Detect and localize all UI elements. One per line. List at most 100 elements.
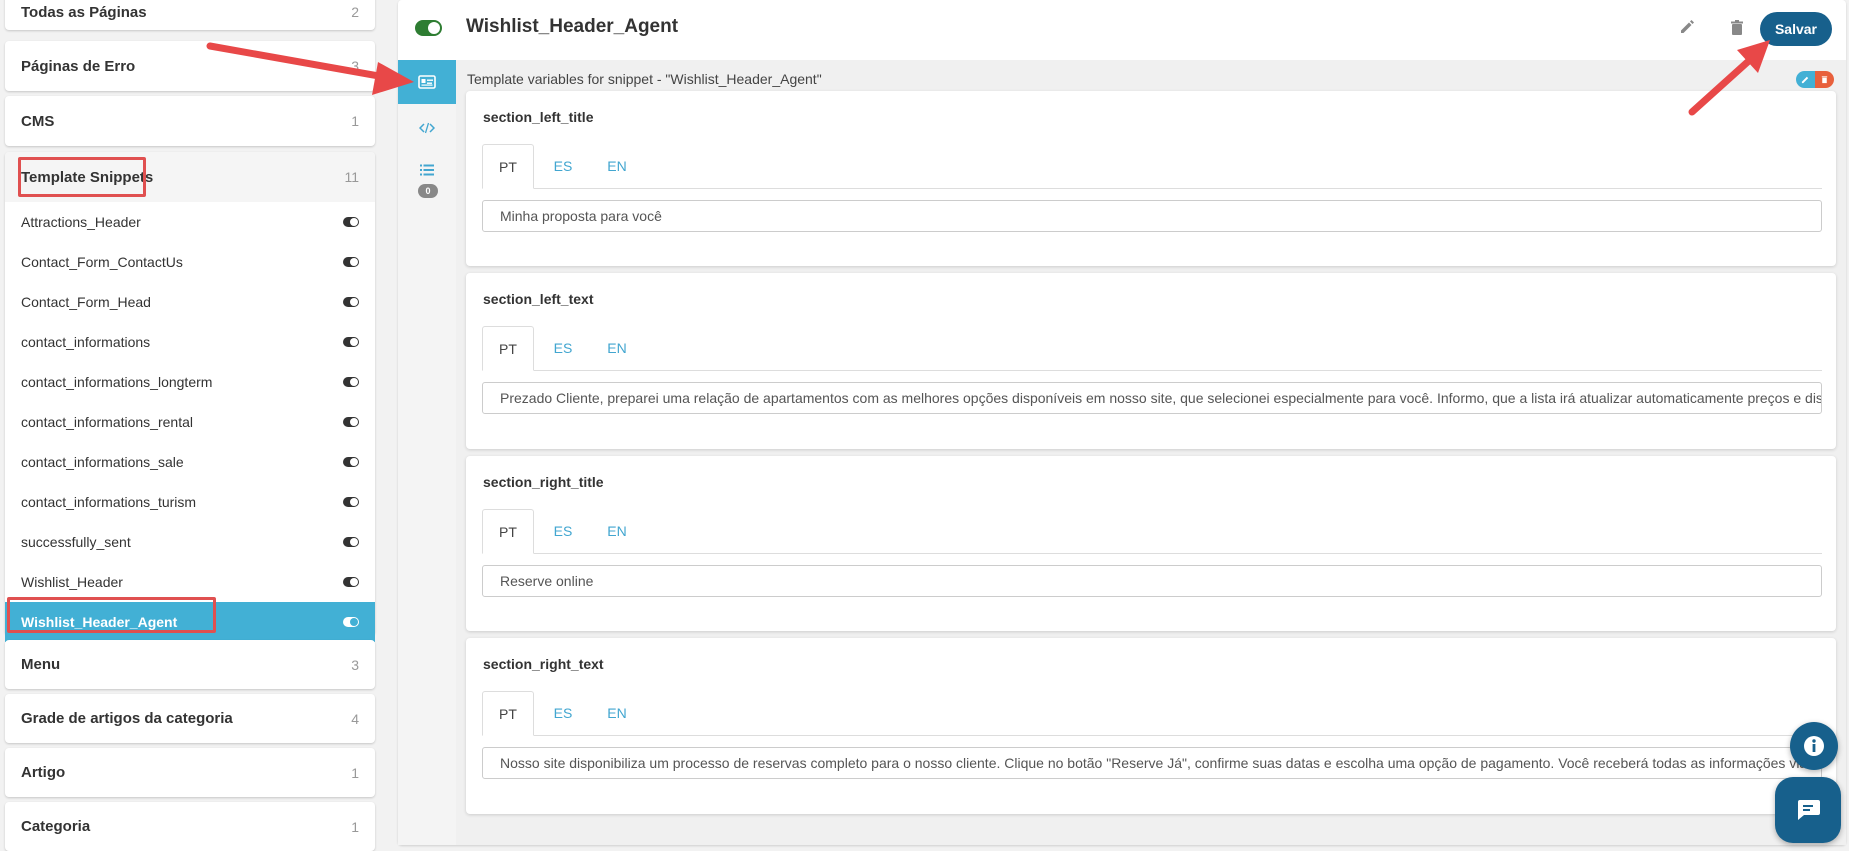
save-button[interactable]: Salvar	[1760, 12, 1832, 46]
toggle-icon[interactable]	[343, 497, 359, 507]
chat-icon	[1798, 800, 1820, 820]
variable-card: section_left_text PT ES EN Prezado Clien…	[466, 273, 1836, 449]
group-count: 11	[344, 169, 359, 185]
tab-en[interactable]: EN	[591, 144, 643, 188]
group-template-snippets: Template Snippets 11 Attractions_Header …	[5, 152, 375, 642]
group-label: Todas as Páginas	[21, 3, 147, 21]
group-label: Páginas de Erro	[21, 57, 136, 75]
chat-button[interactable]	[1775, 777, 1841, 843]
heading-actions	[1796, 71, 1834, 88]
snippet-label: contact_informations_sale	[21, 454, 184, 470]
pencil-icon[interactable]	[1796, 71, 1815, 88]
tab-es[interactable]: ES	[537, 509, 589, 553]
group-categoria[interactable]: Categoria 1	[5, 802, 375, 851]
variable-card: section_right_title PT ES EN Reserve onl…	[466, 456, 1836, 631]
snippet-label: contact_informations_turism	[21, 494, 197, 510]
info-icon	[1804, 736, 1824, 756]
snippet-item[interactable]: contact_informations	[5, 322, 375, 362]
tab-es[interactable]: ES	[537, 691, 589, 735]
tab-pt[interactable]: PT	[482, 509, 534, 554]
toggle-icon[interactable]	[343, 537, 359, 547]
snippet-item[interactable]: contact_informations_sale	[5, 442, 375, 482]
variable-value-input[interactable]: Nosso site disponibiliza um processo de …	[482, 747, 1822, 779]
tab-es[interactable]: ES	[537, 144, 589, 188]
toggle-icon[interactable]	[343, 377, 359, 387]
id-card-icon	[418, 75, 436, 89]
snippet-label: Contact_Form_ContactUs	[21, 254, 183, 270]
group-label: Categoria	[21, 818, 91, 835]
variable-name: section_right_title	[483, 474, 604, 490]
group-paginas-erro[interactable]: Páginas de Erro 3	[5, 41, 375, 91]
group-label: Artigo	[21, 764, 66, 781]
snippet-item[interactable]: contact_informations_turism	[5, 482, 375, 522]
snippet-item[interactable]: contact_informations_longterm	[5, 362, 375, 402]
snippet-label: contact_informations_rental	[21, 414, 193, 430]
rail-variables-button[interactable]	[398, 60, 456, 104]
language-tabs: PT ES EN	[482, 144, 1822, 189]
snippet-item-selected[interactable]: Wishlist_Header_Agent	[5, 602, 375, 642]
icon-rail: 0	[398, 60, 456, 845]
group-count: 3	[351, 58, 359, 74]
group-count: 1	[351, 764, 359, 781]
variable-card: section_right_text PT ES EN Nosso site d…	[466, 638, 1836, 814]
group-grade-artigos[interactable]: Grade de artigos da categoria 4	[5, 694, 375, 743]
group-label: Menu	[21, 656, 61, 673]
group-count: 3	[351, 656, 359, 673]
tab-es[interactable]: ES	[537, 326, 589, 370]
group-label: Template Snippets	[21, 168, 154, 186]
group-count: 4	[351, 710, 359, 727]
language-tabs: PT ES EN	[482, 326, 1822, 371]
variable-value-input[interactable]: Prezado Cliente, preparei uma relação de…	[482, 382, 1822, 414]
tab-pt[interactable]: PT	[482, 144, 534, 189]
group-artigo[interactable]: Artigo 1	[5, 748, 375, 797]
toggle-icon[interactable]	[343, 337, 359, 347]
group-cms[interactable]: CMS 1	[5, 96, 375, 146]
snippet-label: contact_informations	[21, 334, 151, 350]
toggle-icon[interactable]	[343, 257, 359, 267]
tab-en[interactable]: EN	[591, 691, 643, 735]
group-menu[interactable]: Menu 3	[5, 640, 375, 689]
list-count-badge: 0	[418, 184, 438, 198]
group-todas-paginas[interactable]: Todas as Páginas 2	[5, 0, 375, 30]
trash-icon[interactable]	[1727, 18, 1747, 38]
group-label: CMS	[21, 112, 55, 130]
variables-heading: Template variables for snippet - "Wishli…	[467, 71, 822, 87]
toggle-icon[interactable]	[343, 297, 359, 307]
group-header-template-snippets[interactable]: Template Snippets 11	[5, 152, 375, 202]
snippet-item[interactable]: Contact_Form_ContactUs	[5, 242, 375, 282]
variable-name: section_left_text	[483, 291, 594, 307]
group-count: 1	[351, 113, 359, 129]
group-count: 1	[351, 818, 359, 835]
snippet-enabled-toggle[interactable]	[415, 20, 442, 36]
group-count: 2	[351, 4, 359, 20]
snippet-item[interactable]: successfully_sent	[5, 522, 375, 562]
toggle-icon[interactable]	[343, 577, 359, 587]
info-button[interactable]	[1790, 722, 1838, 770]
snippet-label: contact_informations_longterm	[21, 374, 213, 390]
variable-name: section_right_text	[483, 656, 604, 672]
pencil-icon[interactable]	[1677, 18, 1697, 38]
snippet-item[interactable]: contact_informations_rental	[5, 402, 375, 442]
toggle-icon[interactable]	[343, 217, 359, 227]
tab-en[interactable]: EN	[591, 326, 643, 370]
tab-pt[interactable]: PT	[482, 691, 534, 736]
page-title: Wishlist_Header_Agent	[466, 16, 679, 37]
toggle-icon[interactable]	[343, 617, 359, 627]
language-tabs: PT ES EN	[482, 509, 1822, 554]
tab-en[interactable]: EN	[591, 509, 643, 553]
tab-pt[interactable]: PT	[482, 326, 534, 371]
snippet-item[interactable]: Attractions_Header	[5, 202, 375, 242]
toggle-icon[interactable]	[343, 417, 359, 427]
rail-code-button[interactable]	[398, 106, 456, 150]
toggle-icon[interactable]	[343, 457, 359, 467]
top-bar: Wishlist_Header_Agent Salvar	[398, 0, 1846, 56]
variable-value-input[interactable]: Reserve online	[482, 565, 1822, 597]
language-tabs: PT ES EN	[482, 691, 1822, 736]
variable-name: section_left_title	[483, 109, 594, 125]
snippet-label: successfully_sent	[21, 534, 131, 550]
snippet-item[interactable]: Contact_Form_Head	[5, 282, 375, 322]
trash-icon[interactable]	[1815, 71, 1834, 88]
variable-value-input[interactable]: Minha proposta para você	[482, 200, 1822, 232]
variables-content: Template variables for snippet - "Wishli…	[456, 60, 1846, 845]
snippet-item[interactable]: Wishlist_Header	[5, 562, 375, 602]
